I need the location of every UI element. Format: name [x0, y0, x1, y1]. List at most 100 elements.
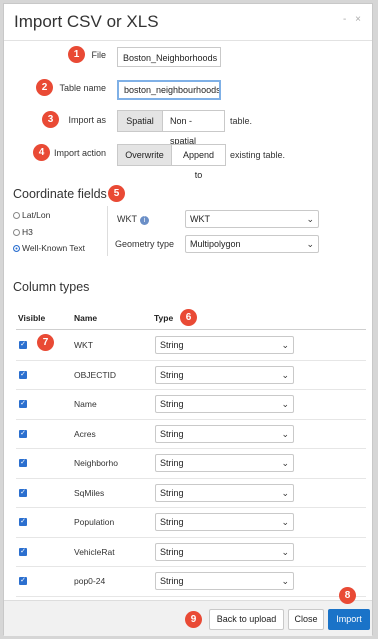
column-type-select[interactable]: String ⌄ [155, 336, 294, 354]
column-type-value: String [160, 428, 184, 439]
geometry-type-value: Multipolygon [190, 239, 241, 249]
visible-checkbox[interactable]: ✓ [19, 341, 27, 349]
radio-latlon-label: Lat/Lon [22, 210, 51, 220]
visible-checkbox[interactable]: ✓ [19, 577, 27, 585]
visible-checkbox[interactable]: ✓ [19, 518, 27, 526]
visible-checkbox[interactable]: ✓ [19, 370, 27, 379]
column-type-value: String [160, 576, 184, 586]
type-column-header: Type [154, 313, 174, 323]
column-name: Population [74, 517, 115, 527]
radio-h3-label: H3 [22, 227, 33, 237]
chevron-down-icon: ⌄ [281, 546, 289, 557]
column-type-select[interactable]: String ⌄ [155, 395, 294, 413]
column-name: OBJECTID [74, 369, 117, 380]
column-type-select[interactable]: String ⌄ [155, 483, 294, 502]
column-type-select[interactable]: String ⌄ [155, 542, 294, 561]
geometry-type-select[interactable]: Multipolygon ⌄ [185, 235, 319, 253]
row-divider [16, 418, 366, 420]
column-name: Neighborho [74, 458, 118, 468]
wkt-label-text: WKT [117, 214, 137, 224]
dialog-footer: 9 Back to upload Close Import [4, 600, 372, 636]
coordinate-fields-heading: Coordinate fields [13, 187, 107, 201]
row-divider [16, 507, 366, 508]
dialog-title: Import CSV or XLS [14, 12, 159, 31]
column-type-select[interactable]: String ⌄ [155, 572, 294, 590]
visible-checkbox[interactable]: ✓ [19, 400, 27, 408]
column-type-select[interactable]: String ⌄ [155, 513, 294, 531]
radio-wkt[interactable]: Well-Known Text [13, 243, 85, 253]
table-name-label: Table name [59, 83, 106, 93]
import-as-spatial-button[interactable]: Spatial [117, 110, 163, 132]
column-name: WKT [74, 340, 93, 350]
chevron-down-icon: ⌄ [281, 576, 289, 586]
info-icon[interactable]: i [140, 216, 149, 225]
wkt-select-value: WKT [190, 214, 210, 224]
column-type-value: String [160, 517, 184, 527]
file-label: File [91, 50, 106, 60]
chevron-down-icon: ⌄ [281, 487, 289, 498]
wkt-select[interactable]: WKT ⌄ [185, 210, 319, 228]
visible-checkbox[interactable]: ✓ [19, 459, 27, 467]
callout-badge-7: 7 [37, 334, 54, 351]
import-button[interactable]: Import [328, 609, 370, 630]
visible-column-header: Visible [18, 313, 46, 323]
column-name: SqMiles [74, 487, 105, 498]
row-divider [16, 448, 366, 449]
row-divider [16, 566, 366, 567]
column-name: Name [74, 399, 97, 409]
overwrite-button[interactable]: Overwrite [117, 144, 172, 166]
column-type-value: String [160, 340, 184, 350]
callout-badge-6: 6 [180, 309, 197, 326]
chevron-down-icon: ⌄ [306, 214, 314, 224]
callout-badge-9: 9 [185, 611, 202, 628]
import-action-suffix: existing table. [230, 150, 286, 160]
radio-latlon[interactable]: Lat/Lon [13, 210, 50, 220]
column-type-value: String [160, 487, 184, 498]
visible-checkbox[interactable]: ✓ [19, 547, 27, 556]
wkt-label: WKT i [117, 214, 149, 225]
import-as-label: Import as [68, 115, 106, 125]
radio-h3[interactable]: H3 [13, 227, 33, 237]
import-as-nonspatial-button[interactable]: Non - spatial [162, 110, 225, 146]
chevron-down-icon: ⌄ [281, 428, 289, 439]
row-divider [16, 389, 366, 390]
radio-h3-dot[interactable] [13, 229, 20, 236]
back-to-upload-button[interactable]: Back to upload [209, 609, 284, 630]
visible-checkbox[interactable]: ✓ [19, 429, 27, 438]
coordinate-divider [107, 206, 108, 256]
column-name: VehicleRat [74, 546, 115, 557]
column-type-select[interactable]: String ⌄ [155, 365, 294, 384]
append-to-button[interactable]: Append to [171, 144, 226, 180]
row-divider [16, 595, 366, 597]
visible-checkbox[interactable]: ✓ [19, 488, 27, 497]
row-divider [16, 536, 366, 538]
file-field[interactable]: Boston_Neighborhoods [117, 47, 221, 67]
chevron-down-icon: ⌄ [281, 517, 289, 527]
chevron-down-icon: ⌄ [281, 458, 289, 468]
column-name: pop0-24 [74, 576, 106, 586]
import-as-suffix: table. [230, 116, 253, 126]
window-controls[interactable]: - × [343, 14, 364, 25]
column-type-select[interactable]: String ⌄ [155, 454, 294, 472]
geometry-type-label: Geometry type [115, 239, 175, 249]
close-button[interactable]: Close [288, 609, 324, 630]
table-name-field[interactable]: boston_neighbourhoods [117, 80, 221, 100]
column-type-select[interactable]: String ⌄ [155, 424, 294, 443]
import-dialog: Import CSV or XLS - × 1 File Boston_Neig… [3, 3, 373, 636]
radio-wkt-dot[interactable] [13, 245, 20, 252]
column-type-value: String [160, 458, 184, 468]
chevron-down-icon: ⌄ [281, 399, 289, 409]
dialog-header: Import CSV or XLS - × [4, 4, 372, 41]
chevron-down-icon: ⌄ [281, 340, 289, 350]
table-header-divider [16, 329, 366, 330]
name-column-header: Name [74, 313, 98, 323]
radio-wkt-label: Well-Known Text [22, 243, 85, 253]
column-type-value: String [160, 399, 184, 409]
chevron-down-icon: ⌄ [306, 239, 314, 249]
column-type-value: String [160, 546, 184, 557]
radio-latlon-dot[interactable] [13, 212, 20, 219]
callout-badge-8: 8 [339, 587, 356, 604]
column-type-value: String [160, 369, 184, 380]
row-divider [16, 477, 366, 479]
row-divider [16, 359, 366, 361]
